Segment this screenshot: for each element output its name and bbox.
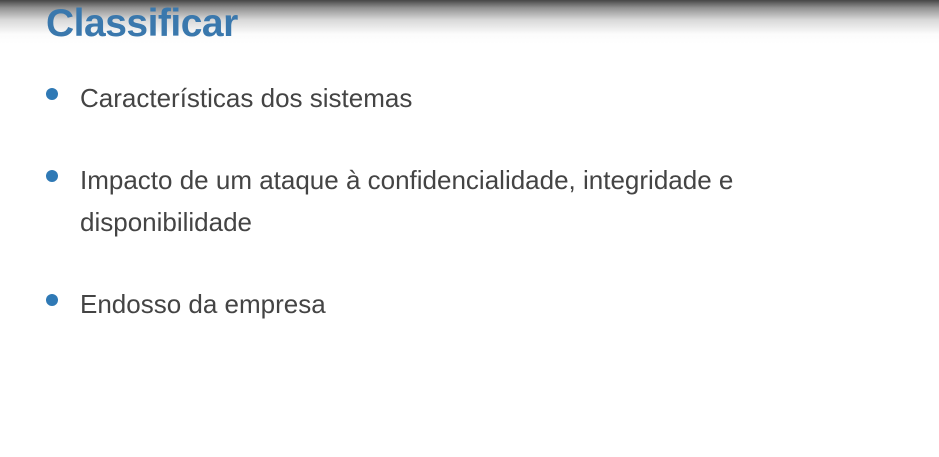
bullet-item: Características dos sistemas xyxy=(46,77,846,119)
bullet-dot-icon xyxy=(46,294,58,306)
presentation-slide: Classificar Características dos sistemas… xyxy=(0,0,939,457)
bullet-item: Endosso da empresa xyxy=(46,283,846,325)
bullet-text: Endosso da empresa xyxy=(80,289,326,319)
bullet-dot-icon xyxy=(46,170,58,182)
bullet-text: Características dos sistemas xyxy=(80,83,413,113)
bullet-item: Impacto de um ataque à confidencialidade… xyxy=(46,159,836,243)
slide-title: Classificar xyxy=(46,2,238,45)
bullet-dot-icon xyxy=(46,88,58,100)
bullet-text: Impacto de um ataque à confidencialidade… xyxy=(80,165,734,237)
